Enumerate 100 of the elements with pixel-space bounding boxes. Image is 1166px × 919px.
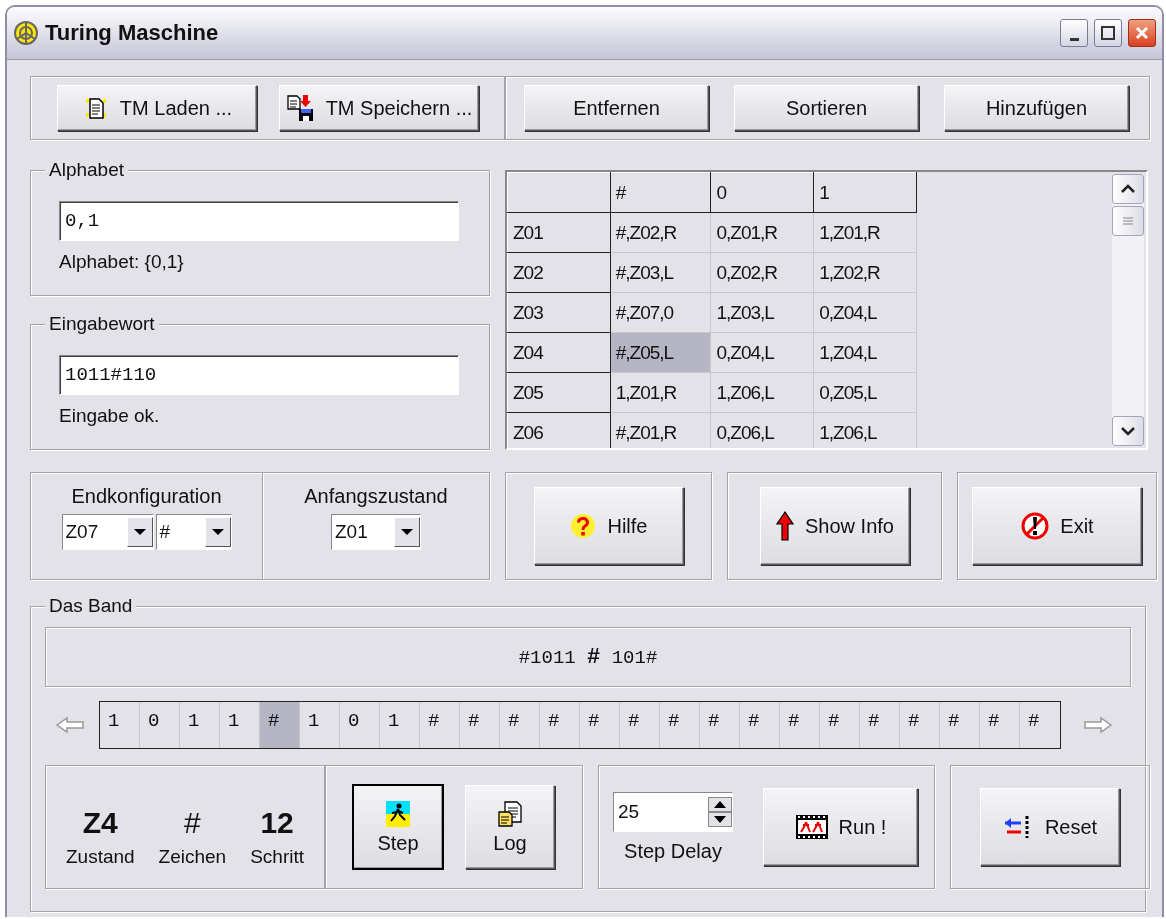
tape-cell: # [780,702,820,748]
help-icon [569,512,598,540]
tape-cell: # [980,702,1020,748]
table-cell[interactable]: 0,Z04,L [813,292,917,333]
tape-text: #1011 # 101# [518,644,658,670]
save-button[interactable]: TM Speichern ... [279,85,479,131]
close-icon [1134,25,1150,41]
tape-cell: 0 [340,702,380,748]
table-cell[interactable]: 0,Z04,L [711,332,814,373]
column-header: 0 [711,172,814,213]
tape-cell: 1 [180,702,220,748]
tape-cell: # [860,702,900,748]
status-label: Zeichen [158,846,227,868]
step-button[interactable]: Step [353,785,443,869]
status-value: # [184,806,201,840]
left-arrow-icon[interactable] [55,716,85,734]
window-title: Turing Maschine [45,20,220,46]
tape-cell: 1 [300,702,340,748]
exit-button[interactable]: Exit [972,487,1142,565]
input-word-field[interactable]: 1011#110 [59,355,459,395]
tape-cell: # [500,702,540,748]
reset-button[interactable]: Reset [980,788,1120,866]
tape-cell: # [460,702,500,748]
table-cell[interactable]: #,Z03,L [610,252,711,293]
help-button[interactable]: Hilfe [533,487,684,565]
tape-cell: 0 [140,702,180,748]
row-header: Z03 [507,292,611,333]
walking-figure-icon [385,799,411,828]
table-cell[interactable]: 0,Z01,R [711,212,814,253]
tape-cell: 1 [100,702,140,748]
alphabet-field[interactable]: 0,1 [59,201,459,241]
documents-icon [496,799,524,828]
tape-cell: # [700,702,740,748]
table-cell[interactable]: 0,Z05,L [813,372,917,413]
tape-cell-text: # [1027,709,1041,734]
row-header: Z02 [507,252,611,293]
table-cell[interactable]: #,Z02,R [610,212,711,253]
status-label: Schritt [250,846,304,868]
dropdown[interactable]: Z01 [331,514,421,550]
minimize-button[interactable] [1060,19,1088,47]
film-strip-icon [794,814,829,840]
table-cell[interactable]: 1,Z04,L [813,332,917,373]
tape-cell: # [540,702,580,748]
status-value: 12 [260,806,294,840]
down-caret-icon [1120,426,1136,436]
status-label: Zustand [65,846,135,868]
scroll-up-button[interactable] [1112,174,1144,204]
scrollbar[interactable] [1112,174,1144,446]
status-message: Alphabet: {0,1} [59,251,185,273]
table-cell[interactable]: 1,Z06,L [711,372,814,413]
save-document-icon [285,93,316,123]
table-action-button[interactable]: Entfernen [524,85,709,131]
row-header: Z05 [507,372,611,413]
dropdown[interactable]: Z07 [61,514,154,550]
right-arrow-icon[interactable] [1083,716,1113,734]
table-cell[interactable]: #,Z05,L [610,332,711,373]
spinner-arrows-icon[interactable] [708,796,732,827]
table-cell[interactable]: 0,Z02,R [711,252,814,293]
table-cell[interactable]: 1,Z01,R [813,212,917,253]
app-icon [13,20,39,46]
close-button[interactable] [1128,19,1156,47]
maximize-button[interactable] [1094,19,1122,47]
tape-cell: 1 [380,702,420,748]
delay-spinner[interactable]: 25 [613,791,733,832]
table-action-button[interactable]: Hinzufügen [944,85,1129,131]
run-button[interactable]: Run ! [763,788,918,866]
info-button[interactable]: Show Info [759,487,910,565]
table-action-button[interactable]: Sortieren [734,85,919,131]
row-header: Z06 [507,412,611,448]
table-cell[interactable]: 1,Z01,R [610,372,711,413]
scroll-thumb[interactable] [1112,206,1144,236]
log-button[interactable]: Log [465,785,555,869]
grip-icon [1122,216,1134,226]
table-cell[interactable]: 1,Z02,R [813,252,917,293]
delay-label: Step Delay [624,839,722,863]
dropdown-arrow-icon [400,528,414,536]
tape-cell: # [260,702,300,748]
config-label: Anfangszustand [304,485,448,508]
tape-cell: # [820,702,860,748]
row-header: Z04 [507,332,611,373]
tape-cell: # [420,702,460,748]
row-header: Z01 [507,212,611,253]
exit-icon [1020,511,1051,541]
status-message: Eingabe ok. [59,405,161,427]
dropdown[interactable]: # [155,514,232,550]
load-button[interactable]: TM Laden ... [57,85,257,131]
maximize-icon [1100,25,1116,41]
table-cell[interactable]: 1,Z03,L [711,292,814,333]
table-cell[interactable]: #,Z07,0 [610,292,711,333]
tape-cell: # [660,702,700,748]
dropdown-arrow-icon [210,528,225,536]
dropdown-arrow-icon [132,528,147,536]
up-caret-icon [1120,184,1136,194]
status-value: Z4 [82,806,118,840]
column-header: # [610,172,711,213]
tape-cell: # [580,702,620,748]
tape-cell: # [940,702,980,748]
scroll-down-button[interactable] [1112,416,1144,446]
tape-cell: # [740,702,780,748]
up-arrow-icon [775,511,795,541]
